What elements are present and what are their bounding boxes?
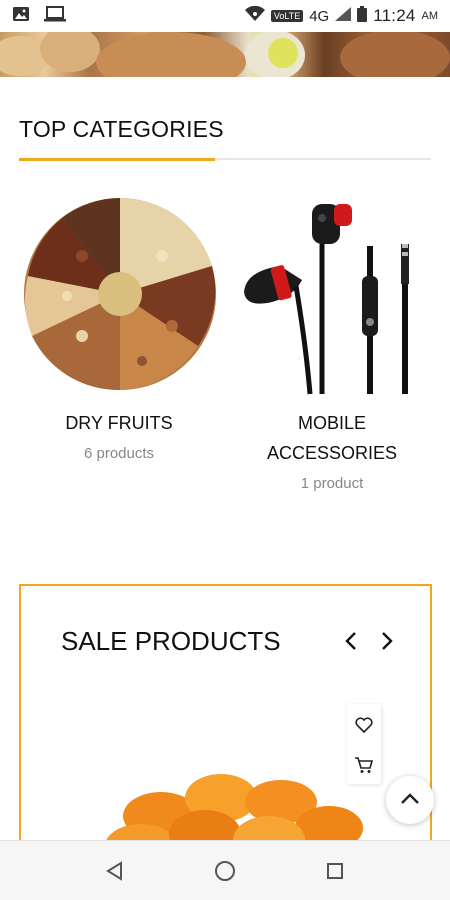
clock-time: 11:24 — [373, 6, 416, 25]
volte-badge: VoLTE — [270, 10, 304, 22]
earphones-image[interactable] — [236, 196, 426, 396]
sale-products-section: SALE PRODUCTS — [19, 584, 432, 884]
status-bar: VoLTE 4G 11:24 AM — [0, 0, 450, 32]
chevron-up-icon — [400, 791, 420, 810]
scroll-to-top-button[interactable] — [386, 776, 434, 824]
category-name-line2: ACCESSORIES — [266, 443, 398, 463]
home-circle-icon[interactable] — [205, 851, 245, 891]
gallery-notification-icon — [12, 6, 30, 27]
category-name-dry-fruits[interactable]: DRY FRUITS — [19, 408, 219, 438]
clock-ampm: AM — [421, 10, 439, 22]
back-triangle-icon[interactable] — [95, 851, 135, 891]
recents-square-icon[interactable] — [315, 851, 355, 891]
hero-banner-image[interactable] — [0, 32, 450, 77]
network-type: 4G — [309, 7, 330, 25]
chevron-left-icon[interactable] — [339, 626, 363, 656]
signal-icon — [335, 7, 352, 25]
title-divider-accent — [19, 158, 215, 161]
android-nav-bar — [0, 840, 450, 900]
battery-icon — [357, 6, 368, 26]
heart-icon[interactable] — [347, 708, 381, 742]
sale-products-title: SALE PRODUCTS — [61, 626, 281, 656]
laptop-notification-icon — [44, 5, 66, 27]
wifi-icon — [244, 5, 265, 26]
dry-fruits-image[interactable] — [22, 196, 218, 392]
category-name-mobile-accessories[interactable]: MOBILE ACCESSORIES — [232, 408, 432, 468]
chevron-right-icon[interactable] — [375, 626, 399, 656]
top-categories-title: TOP CATEGORIES — [19, 116, 224, 142]
category-count-mobile-accessories: 1 product — [300, 475, 364, 492]
category-name-line1: MOBILE — [297, 413, 367, 433]
category-count-dry-fruits: 6 products — [83, 445, 155, 462]
